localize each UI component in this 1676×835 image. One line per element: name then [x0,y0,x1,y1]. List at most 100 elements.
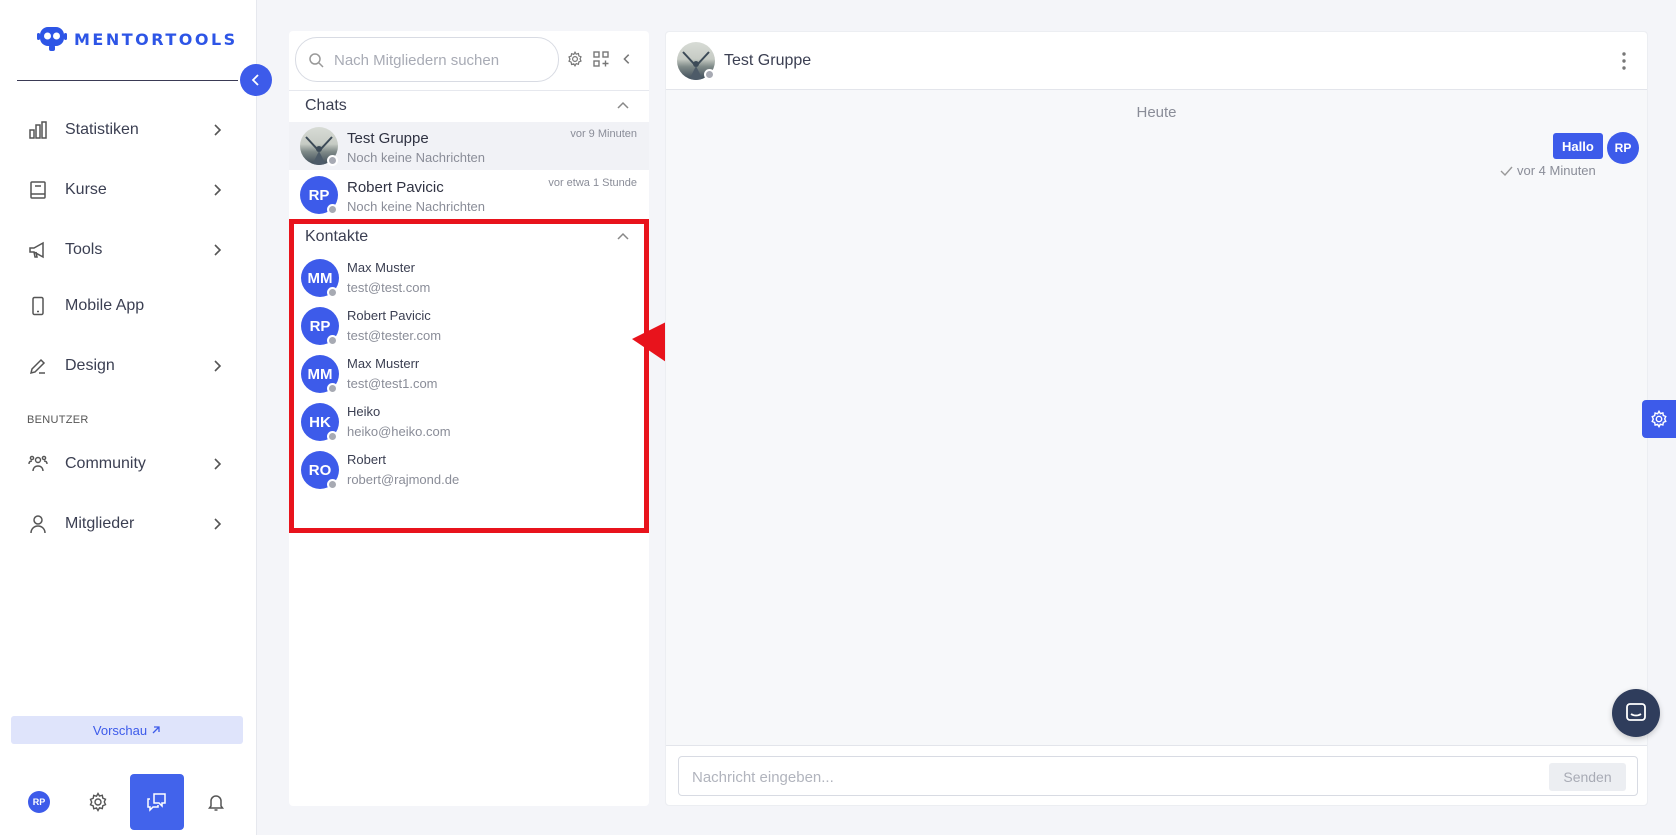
chats-heading: Chats [305,97,347,114]
mobile-phone-icon [27,295,49,317]
offline-status-dot [327,335,338,346]
message-time: vor 4 Minuten [1517,163,1596,178]
add-group-button[interactable] [591,49,611,69]
chat-item-robert-pavicic[interactable]: RP Robert Pavicic Noch keine Nachrichten… [289,171,649,219]
sidebar-item-kurse[interactable]: Kurse [0,170,240,210]
sidebar-item-label: Statistiken [65,121,139,138]
chevron-right-icon [214,184,222,196]
user-icon [27,513,49,535]
contact-item[interactable]: RO Robert robert@rajmond.de [289,446,649,494]
chat-settings-button[interactable] [565,49,585,69]
offline-status-dot [327,155,338,166]
section-label-benutzer: BENUTZER [27,414,89,426]
message-input[interactable] [692,766,1492,788]
external-link-icon [152,726,160,734]
settings-button[interactable] [86,790,110,814]
grid-add-icon [593,51,609,67]
chat-time: vor 9 Minuten [570,128,637,140]
brand-name: MENTORTOOLS [74,29,238,49]
send-button[interactable]: Senden [1549,763,1626,791]
sidebar-item-mitglieder[interactable]: Mitglieder [0,504,240,544]
contact-email: robert@rajmond.de [347,472,460,487]
conversation-title: Test Gruppe [724,52,812,69]
floating-settings-button[interactable] [1642,400,1676,438]
search-icon [309,52,324,68]
check-icon [1500,166,1513,176]
sidebar-item-mobile-app[interactable]: Mobile App [0,286,240,326]
megaphone-icon [27,239,49,261]
chat-button[interactable] [130,774,184,830]
collapse-chat-list-button[interactable] [617,49,637,69]
sidebar: MENTORTOOLS Statistiken Kurse Tools Mobi… [0,0,257,835]
community-icon [27,453,49,475]
chat-preview: Noch keine Nachrichten [347,199,486,214]
offline-status-dot [327,383,338,394]
contact-name: Robert Pavicic [347,308,431,323]
bell-icon [208,795,224,811]
contact-item[interactable]: MM Max Muster test@test.com [289,254,649,302]
chevron-right-icon [214,458,222,470]
book-icon [27,179,49,201]
gear-icon [1651,410,1667,428]
offline-status-dot [327,204,338,215]
sidebar-item-label: Mobile App [65,297,145,314]
sidebar-collapse-button[interactable] [240,64,272,96]
contact-name: Heiko [347,404,381,419]
contact-email: test@test.com [347,280,431,295]
gear-icon [89,792,107,812]
chevron-right-icon [214,124,222,136]
chevron-up-icon[interactable] [616,99,630,113]
more-options-button[interactable] [1614,50,1634,72]
sidebar-item-community[interactable]: Community [0,444,240,484]
contact-email: test@test1.com [347,376,438,391]
offline-status-dot [704,69,715,80]
chevron-right-icon [214,360,222,372]
chevron-left-icon [251,74,259,86]
chat-preview: Noch keine Nachrichten [347,150,486,165]
chat-time: vor etwa 1 Stunde [548,177,637,189]
messenger-icon [1626,703,1646,721]
support-chat-button[interactable] [1612,689,1660,737]
chevron-right-icon [214,518,222,530]
member-search[interactable] [295,37,559,82]
pencil-icon [27,355,49,377]
day-separator: Heute [1136,104,1177,121]
kebab-menu-icon [1622,52,1626,70]
panel-divider [289,90,649,91]
sidebar-item-design[interactable]: Design [0,346,240,386]
contact-email: test@tester.com [347,328,442,343]
bar-chart-icon [27,119,49,141]
chat-name: Test Gruppe [347,130,429,147]
user-avatar[interactable]: RP [28,791,50,813]
chat-item-test-gruppe[interactable]: Test Gruppe Noch keine Nachrichten vor 9… [289,122,649,170]
message-sender-avatar: RP [1607,132,1639,164]
preview-button[interactable]: Vorschau [11,716,243,744]
contacts-heading: Kontakte [305,228,369,245]
sidebar-item-tools[interactable]: Tools [0,230,240,270]
sidebar-item-label: Kurse [65,181,107,198]
chat-list-panel: Chats Test Gruppe Noch keine Nachrichten… [289,31,649,806]
offline-status-dot [327,287,338,298]
contact-item[interactable]: MM Max Musterr test@test1.com [289,350,649,398]
sidebar-bottom-bar: RP [0,774,257,830]
chat-bubbles-icon [147,793,166,812]
message-composer: Senden [666,745,1647,805]
contact-email: heiko@heiko.com [347,424,451,439]
conversation-header: Test Gruppe [666,32,1647,90]
offline-status-dot [327,479,338,490]
search-input[interactable] [334,48,549,72]
chat-name: Robert Pavicic [347,179,444,196]
message-bubble: Hallo [1553,133,1603,159]
contact-name: Max Muster [347,260,415,275]
contact-item[interactable]: RP Robert Pavicic test@tester.com [289,302,649,350]
contact-item[interactable]: HK Heiko heiko@heiko.com [289,398,649,446]
offline-status-dot [327,431,338,442]
sidebar-item-statistiken[interactable]: Statistiken [0,110,240,150]
notifications-button[interactable] [204,790,228,814]
brand-logo[interactable]: MENTORTOOLS [36,24,238,54]
sidebar-item-label: Mitglieder [65,515,135,532]
message-meta: vor 4 Minuten [1500,163,1596,178]
robot-logo-icon [37,27,67,51]
chevron-up-icon[interactable] [616,230,630,244]
conversation-panel: Test Gruppe Heute Hallo RP vor 4 Minuten… [665,31,1648,806]
